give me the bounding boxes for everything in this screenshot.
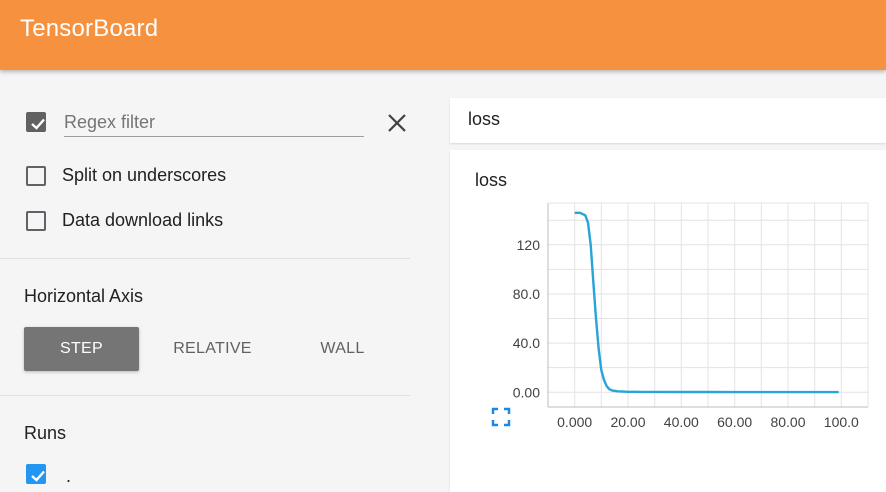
horizontal-axis-title: Horizontal Axis (24, 286, 144, 306)
tag-group-title: loss (468, 109, 501, 129)
y-tick-label: 80.0 (513, 286, 540, 302)
x-tick-label: 0.000 (557, 414, 592, 430)
check-icon (31, 470, 45, 482)
x-tick-label: 20.00 (610, 414, 645, 430)
x-tick-label: 80.00 (770, 414, 805, 430)
sidebar: Split on underscores Data download links… (0, 72, 430, 492)
tag-group-header[interactable]: loss (450, 98, 886, 143)
close-icon[interactable] (386, 112, 408, 134)
regex-filter-input[interactable] (64, 108, 364, 137)
x-tick-label: 60.00 (717, 414, 752, 430)
fit-to-data-icon[interactable] (490, 406, 512, 428)
y-tick-label: 40.0 (513, 335, 540, 351)
data-download-checkbox[interactable] (26, 211, 46, 231)
y-tick-label: 0.00 (513, 384, 540, 400)
y-tick-label: 120 (517, 237, 541, 253)
split-underscores-checkbox[interactable] (26, 166, 46, 186)
run-checkbox[interactable] (26, 464, 46, 484)
chart-card: loss 0.000 20.00 40.00 60.00 80.00 100.0 0.00 4… (450, 150, 886, 492)
regex-checkbox[interactable] (26, 112, 46, 132)
divider (0, 258, 410, 259)
x-tick-label: 40.00 (664, 414, 699, 430)
axis-wall-button[interactable]: WALL (285, 327, 400, 371)
axis-step-button[interactable]: STEP (24, 327, 139, 371)
app-title: TensorBoard (20, 15, 159, 42)
check-icon (31, 118, 45, 130)
divider (0, 395, 410, 396)
data-download-label: Data download links (62, 210, 224, 230)
split-underscores-label: Split on underscores (62, 165, 227, 185)
runs-title: Runs (24, 423, 67, 443)
loss-series-line (574, 211, 839, 394)
loss-chart[interactable]: 0.000 20.00 40.00 60.00 80.00 100.0 0.00 40.0 80… (450, 150, 886, 492)
x-tick-label: 100.0 (824, 414, 859, 430)
run-label: . (66, 466, 72, 486)
axis-relative-button[interactable]: RELATIVE (155, 327, 270, 371)
top-app-bar: TensorBoard (0, 0, 886, 70)
